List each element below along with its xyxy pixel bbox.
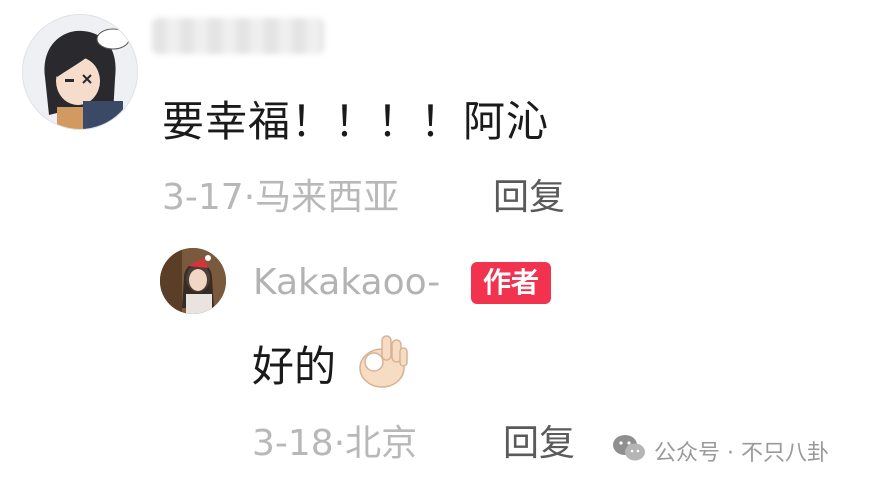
reply-location: 北京: [345, 423, 418, 464]
reply-text: 好的: [252, 342, 337, 391]
comment-date: 3-17: [162, 177, 244, 218]
watermark: 公众号 · 不只八卦: [612, 432, 829, 470]
reply-date: 3-18: [252, 423, 334, 464]
comment-meta: 3-17·马来西亚: [162, 168, 399, 220]
author-badge: 作者: [471, 262, 552, 304]
reply-button[interactable]: 回复: [503, 414, 575, 466]
watermark-text: 公众号 · 不只八卦: [654, 441, 829, 466]
wechat-icon: [612, 433, 646, 469]
commenter-username-blurred[interactable]: [152, 18, 324, 54]
reply-username[interactable]: Kakakaoo-: [253, 262, 440, 303]
meta-separator: ·: [333, 423, 346, 464]
reply-button[interactable]: 回复: [493, 168, 565, 220]
meta-separator: ·: [243, 177, 256, 218]
comment-location: 马来西亚: [255, 177, 400, 218]
reply-meta: 3-18·北京: [252, 414, 417, 466]
ok-hand-icon: [352, 332, 410, 390]
comment-text: 要幸福！！！！阿沁: [162, 97, 550, 146]
commenter-avatar[interactable]: [22, 14, 138, 130]
author-avatar[interactable]: [160, 248, 226, 314]
